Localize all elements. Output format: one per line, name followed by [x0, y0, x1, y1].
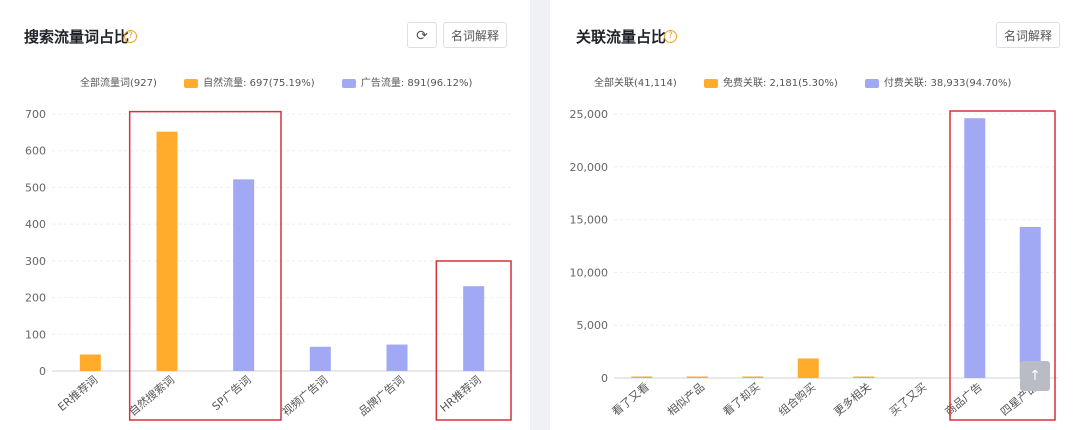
- bar: [309, 346, 331, 371]
- x-tick-label: 组合购买: [775, 380, 818, 419]
- x-tick-label: 自然搜索词: [126, 373, 177, 419]
- x-tick-label: 品牌广告词: [356, 373, 407, 419]
- y-tick-label: 10,000: [570, 266, 609, 279]
- y-tick-label: 400: [25, 218, 46, 231]
- search-traffic-panel: 搜索流量词占比 ? ⟳ 名词解释 全部流量词(927) 自然流量: 697(75…: [0, 0, 530, 430]
- bar: [742, 376, 764, 378]
- related-traffic-bar-chart: 0 5,000 10,000 15,000 20,000 25,000 看了又看 相似产品 看了…: [570, 108, 1058, 421]
- highlight-box: [128, 110, 282, 421]
- y-tick-label: 100: [25, 328, 46, 341]
- back-to-top-button[interactable]: ↑: [1020, 361, 1050, 391]
- y-tick-label: 25,000: [570, 108, 609, 121]
- bar: [797, 358, 819, 378]
- bar: [386, 344, 408, 371]
- y-tick-label: 0: [39, 365, 46, 378]
- bar: [233, 179, 255, 371]
- bar: [1019, 226, 1041, 378]
- bar: [79, 354, 101, 371]
- bar: [686, 376, 708, 378]
- search-traffic-bar-chart: 0 100 200 300 400 500 600 700 ER推荐词 自然搜索词 SP广告词 视频广…: [25, 108, 512, 421]
- related-traffic-panel: 关联流量占比 ? 名词解释 全部关联(41,114) 免费关联: 2,181(5…: [550, 0, 1080, 430]
- y-tick-label: 15,000: [570, 214, 609, 227]
- bar: [463, 286, 485, 371]
- x-tick-label: 相似产品: [664, 380, 707, 419]
- x-tick-label: HR推荐词: [437, 373, 483, 415]
- bar: [156, 131, 178, 371]
- x-tick-label: 更多相关: [831, 380, 874, 419]
- x-tick-label: 看了却买: [720, 380, 763, 419]
- y-tick-label: 5,000: [577, 319, 609, 332]
- x-tick-label: 买了又买: [887, 380, 929, 418]
- y-tick-label: 600: [25, 145, 46, 158]
- bar: [964, 118, 986, 378]
- y-tick-label: 700: [25, 108, 46, 121]
- x-tick-label: 商品广告: [942, 380, 985, 419]
- bar: [853, 376, 875, 378]
- y-tick-label: 20,000: [570, 161, 609, 174]
- y-tick-label: 200: [25, 292, 46, 305]
- y-tick-label: 300: [25, 255, 46, 268]
- x-tick-label: 视频广告词: [279, 373, 330, 419]
- y-tick-label: 0: [601, 372, 608, 385]
- x-tick-label: SP广告词: [210, 373, 254, 413]
- arrow-up-icon: ↑: [1029, 368, 1041, 384]
- x-tick-label: 看了又看: [609, 380, 652, 419]
- y-tick-label: 500: [25, 181, 46, 194]
- bar: [631, 376, 653, 378]
- x-tick-label: ER推荐词: [55, 373, 100, 414]
